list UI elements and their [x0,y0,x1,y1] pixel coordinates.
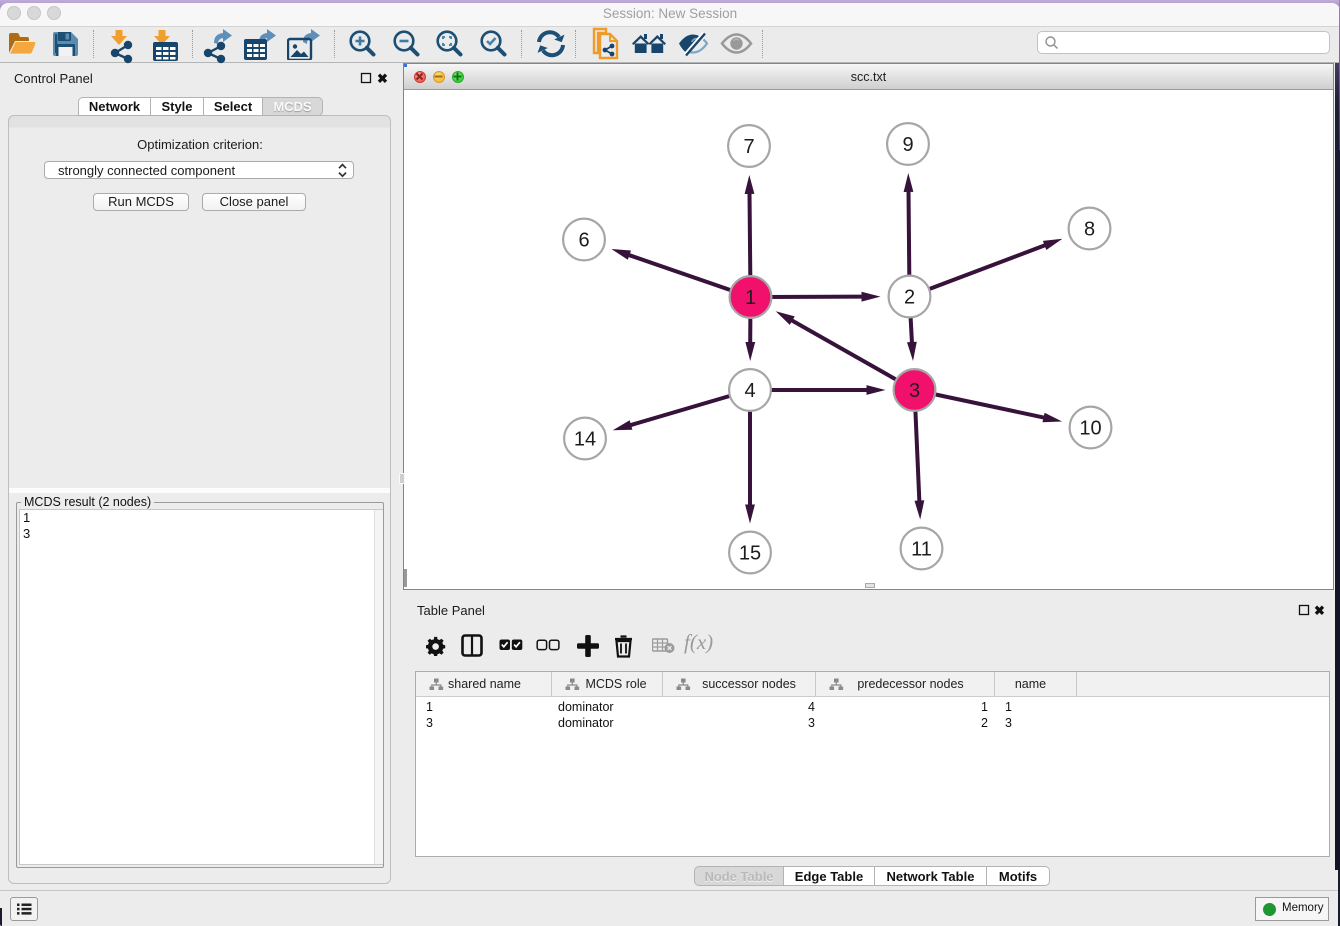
svg-text:11: 11 [911,539,932,561]
svg-text:15: 15 [739,543,761,565]
svg-text:7: 7 [743,136,754,158]
svg-text:2: 2 [904,287,915,309]
svg-text:14: 14 [574,429,596,451]
svg-text:9: 9 [902,134,913,156]
svg-text:8: 8 [1084,219,1095,241]
svg-text:1: 1 [745,287,756,309]
svg-text:6: 6 [578,230,589,252]
svg-text:10: 10 [1079,418,1101,440]
svg-text:3: 3 [909,380,920,402]
svg-text:4: 4 [744,380,755,402]
